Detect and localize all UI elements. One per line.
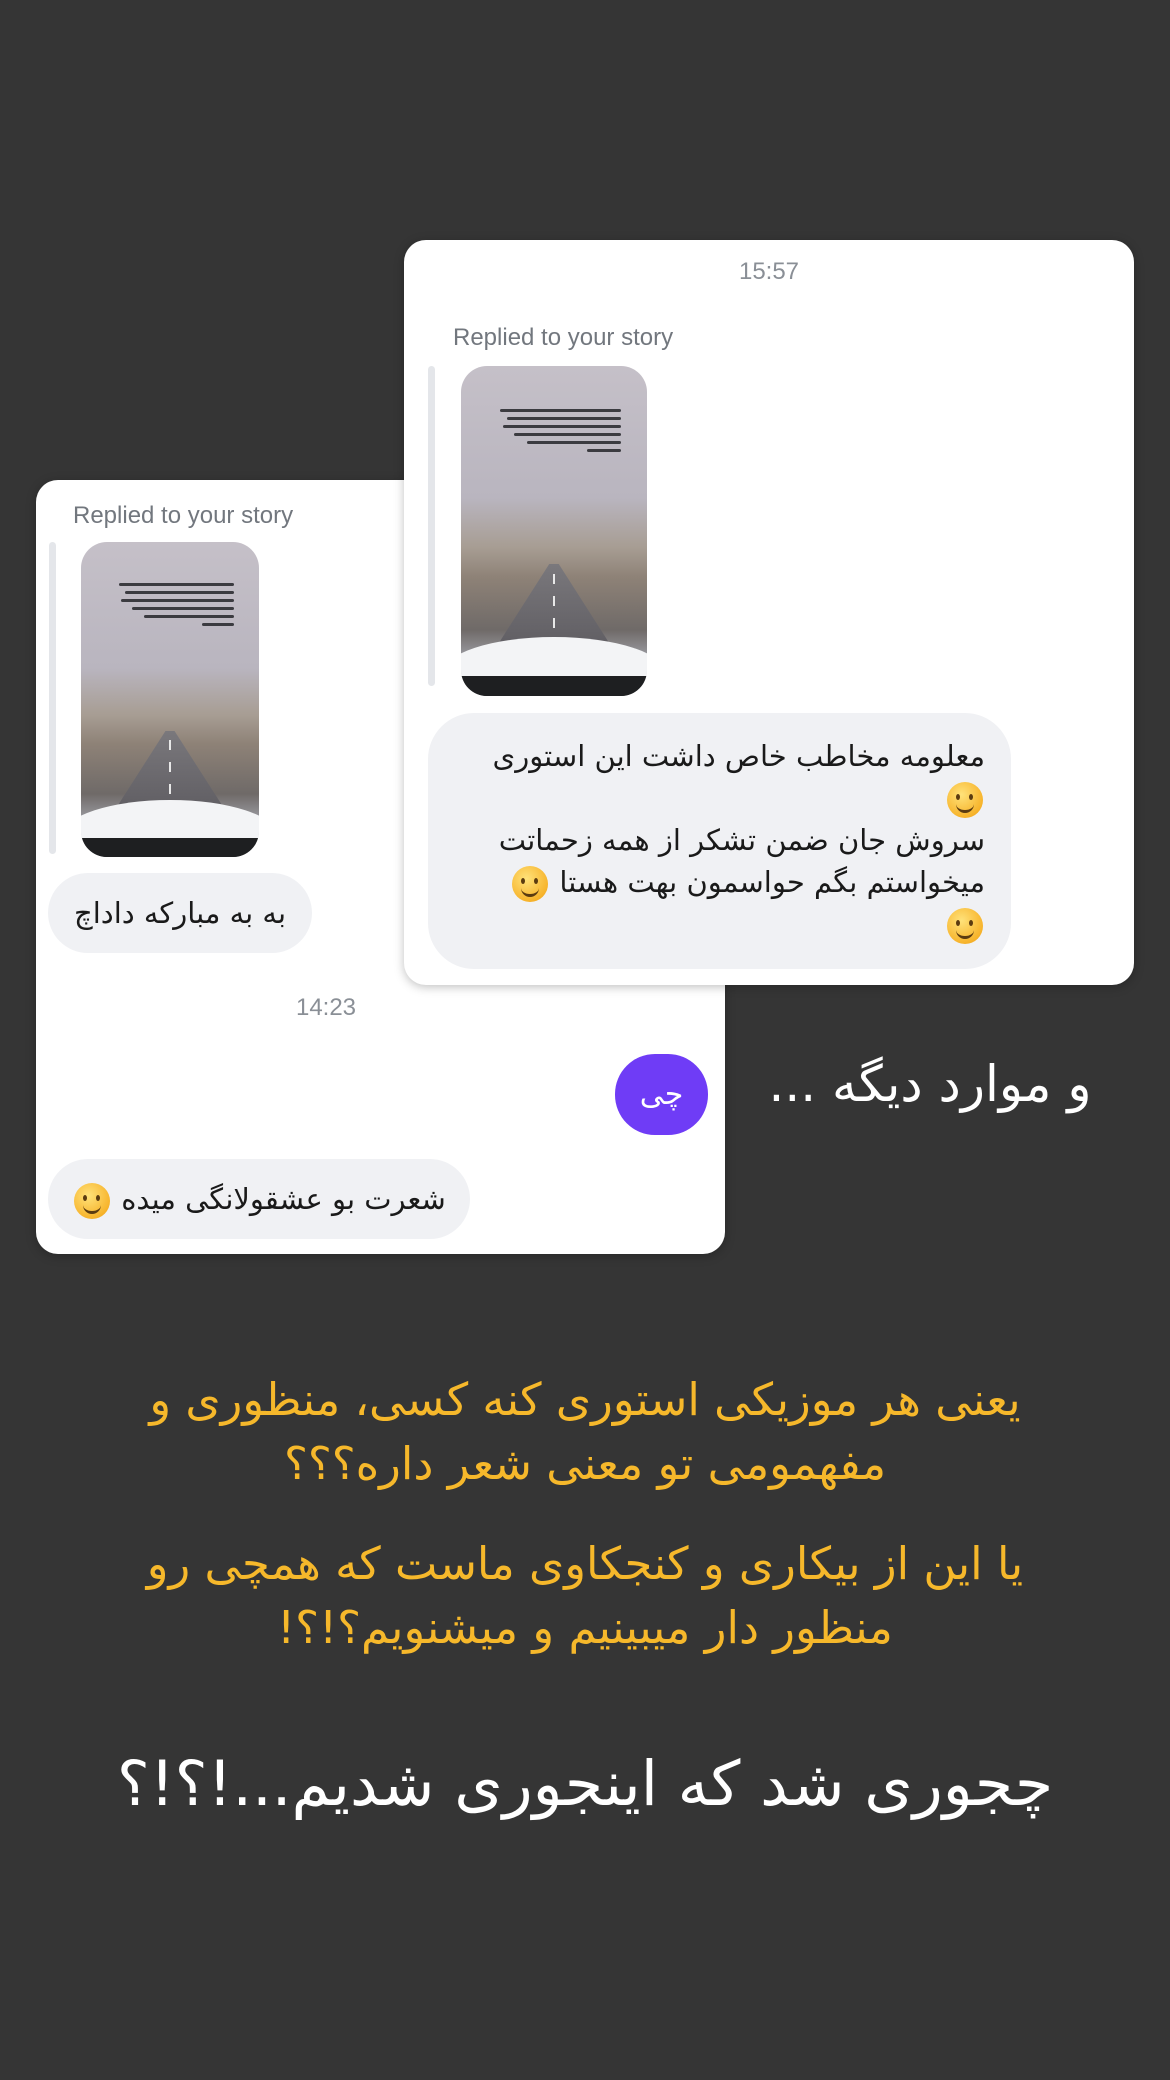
story-caption-text xyxy=(487,408,621,452)
received-message-congrats[interactable]: به به مبارکه داداچ xyxy=(48,873,313,953)
rolling-laughing-emoji-icon xyxy=(74,1183,110,1219)
caption-question-1: یعنی هر موزیکی استوری کنه کسی، منظوری و … xyxy=(149,1373,1021,1490)
message-line: سروش جان ضمن تشکر از همه زحماتت xyxy=(498,823,985,857)
story-thumbnail[interactable] xyxy=(461,366,647,696)
story-thumbnail[interactable] xyxy=(81,542,259,857)
caption-question-2: یا این از بیکاری و کنجکاوی ماست که همچی … xyxy=(146,1537,1024,1654)
message-text: چی xyxy=(639,1077,684,1112)
reply-quote-line xyxy=(428,366,435,686)
replied-to-story-label: Replied to your story xyxy=(453,324,674,351)
message-line: میخواستم بگم حواسمون بهت هستا xyxy=(559,865,985,899)
message-text: به به مبارکه داداچ xyxy=(74,896,287,930)
replied-to-story-label: Replied to your story xyxy=(73,502,294,529)
story-caption-text xyxy=(106,582,235,626)
caption-question-3: چجوری شد که اینجوری شدیم...!؟!؟ xyxy=(116,1747,1054,1820)
caption-others: و موارد دیگه ... xyxy=(768,1055,1092,1113)
grinning-face-emoji-icon xyxy=(512,866,549,902)
message-timestamp: 14:23 xyxy=(295,994,357,1021)
received-message-poem[interactable]: شعرت بو عشقولانگی میده xyxy=(48,1159,470,1239)
sent-message-bubble[interactable]: چی xyxy=(615,1054,708,1135)
winking-face-emoji-icon xyxy=(947,908,983,944)
message-text: شعرت بو عشقولانگی میده xyxy=(121,1182,446,1216)
received-message-long[interactable]: معلومه مخاطب خاص داشت این استوری سروش جا… xyxy=(428,713,1011,969)
message-timestamp: 15:57 xyxy=(738,258,800,285)
upside-down-face-emoji-icon xyxy=(947,782,983,818)
reply-quote-line xyxy=(49,542,56,854)
message-line: معلومه مخاطب خاص داشت این استوری xyxy=(492,739,986,773)
